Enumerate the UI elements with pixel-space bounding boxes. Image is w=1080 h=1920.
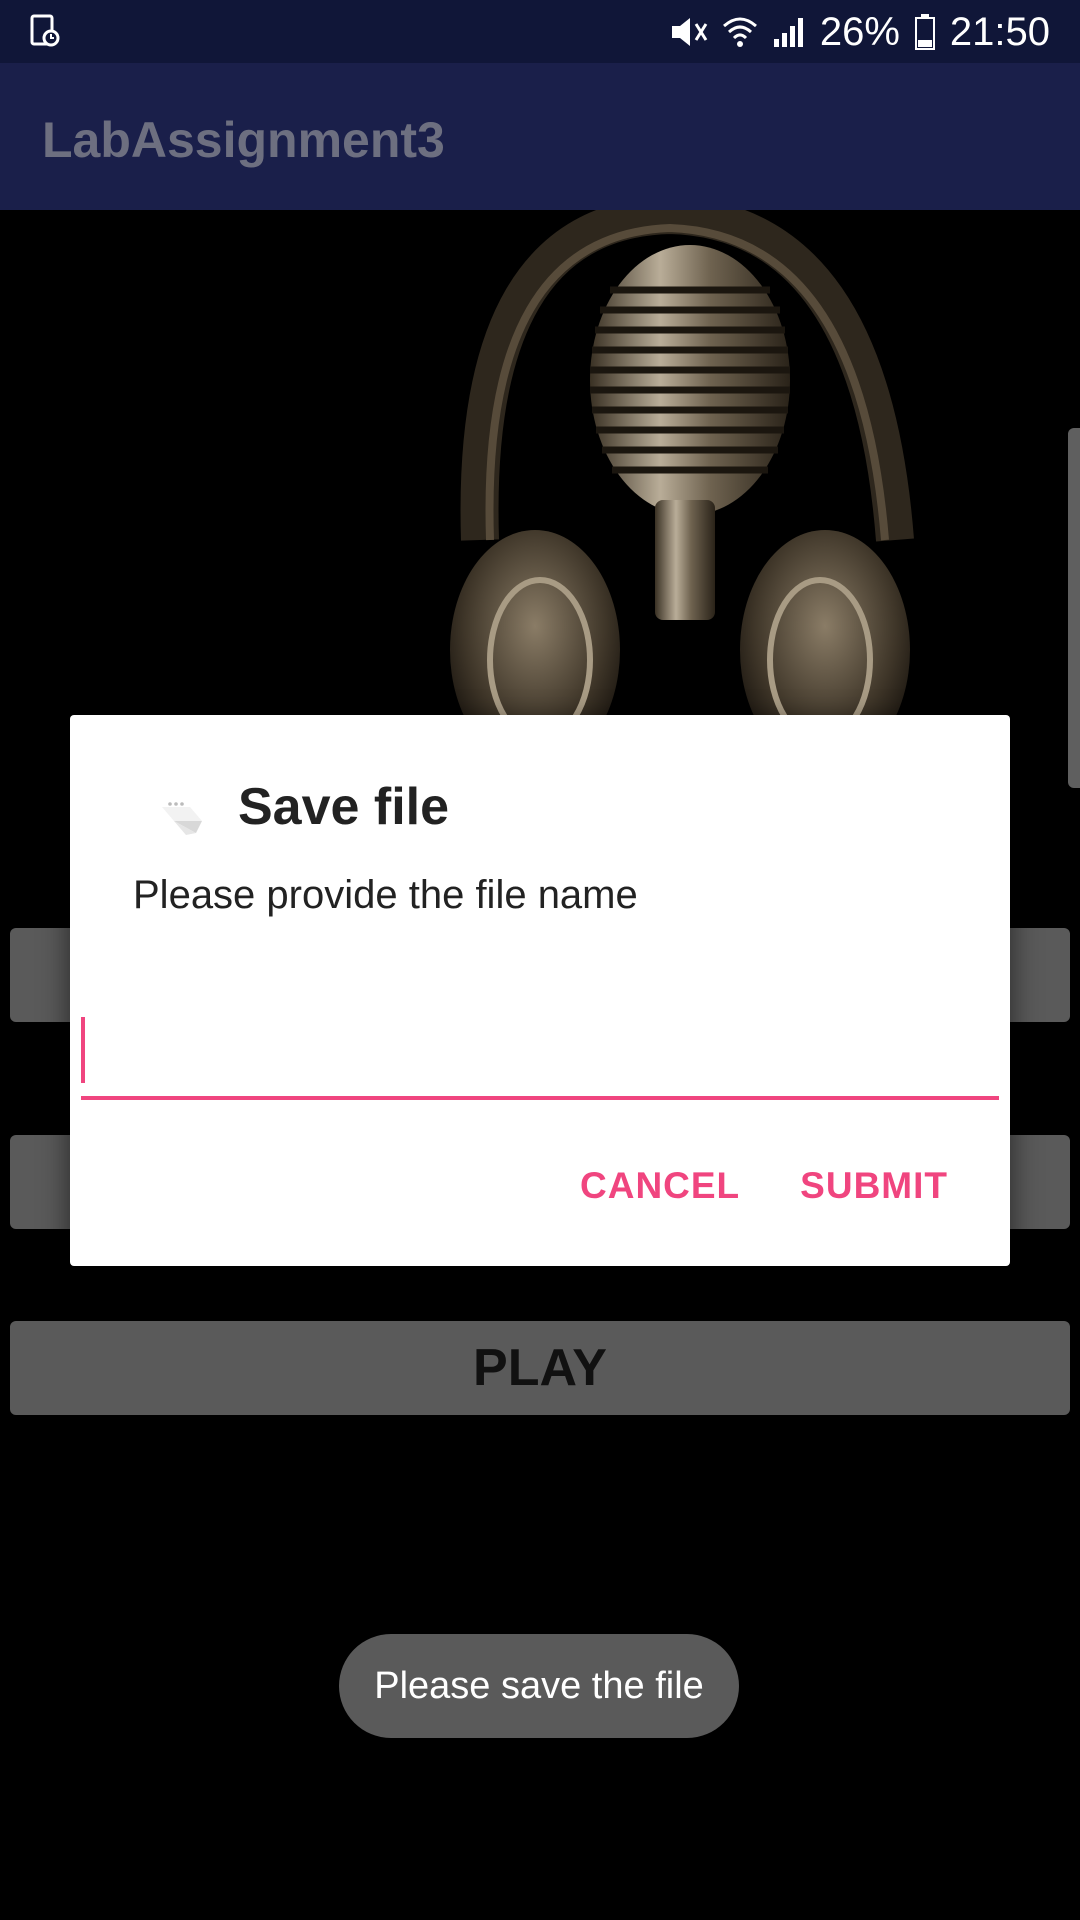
file-name-input[interactable] — [81, 1020, 999, 1100]
submit-button[interactable]: SUBMIT — [800, 1165, 948, 1207]
app-title: LabAssignment3 — [42, 112, 445, 168]
toast-message: Please save the file — [339, 1634, 739, 1738]
signal-icon — [773, 18, 803, 47]
mute-icon — [671, 18, 708, 46]
wifi-icon — [722, 17, 757, 47]
file-icon — [162, 802, 202, 835]
dialog-message: Please provide the file name — [133, 873, 638, 917]
text-cursor — [81, 1017, 85, 1083]
battery-percent: 26% — [819, 9, 900, 54]
play-button[interactable]: PLAY — [10, 1321, 1070, 1415]
cancel-button[interactable]: CANCEL — [580, 1165, 740, 1207]
dialog-actions: CANCEL SUBMIT — [580, 1165, 948, 1207]
screen: 26% 21:50 LabAssignment3 PLAY Save file … — [0, 0, 1080, 1920]
status-time: 21:50 — [949, 9, 1050, 54]
status-icons: 26% 21:50 — [668, 8, 1050, 56]
screen-record-icon — [30, 14, 60, 47]
microphone-headphones-image — [450, 210, 914, 730]
save-file-dialog: Save file Please provide the file name C… — [70, 715, 1010, 1266]
battery-icon — [914, 14, 935, 50]
app-bar: LabAssignment3 — [0, 63, 1080, 210]
dialog-title: Save file — [238, 778, 450, 836]
status-bar: 26% 21:50 — [0, 0, 1080, 63]
edge-panel-handle[interactable] — [1068, 428, 1080, 788]
